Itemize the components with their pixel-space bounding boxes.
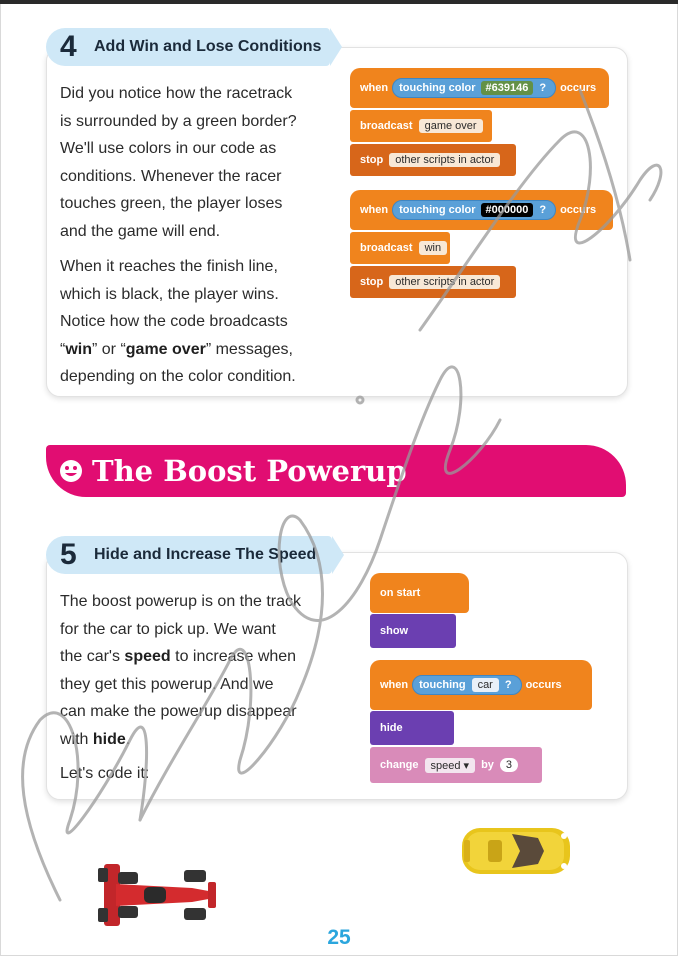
touching-reporter: touching car? bbox=[412, 675, 522, 695]
text-line: and the game will end. bbox=[60, 222, 221, 240]
text-line: is surrounded by a green border? bbox=[60, 112, 297, 130]
touching-color-reporter: touching color #639146? bbox=[392, 78, 557, 98]
banner-title: The Boost Powerup bbox=[92, 454, 407, 488]
change-speed-block: change speed ▾ by 3 bbox=[370, 747, 542, 783]
text-line: “win” or “game over” messages, bbox=[60, 340, 293, 358]
message-slot: win bbox=[418, 241, 448, 255]
stop-other-scripts-block: stop other scripts in actor bbox=[350, 144, 516, 176]
text-line: conditions. Whenever the racer bbox=[60, 167, 282, 185]
text-line: Did you notice how the racetrack bbox=[60, 85, 293, 102]
text-line: When it reaches the finish line, bbox=[60, 258, 278, 275]
when-touching-color-black-block: when touching color #000000? occurs bbox=[350, 190, 613, 230]
variable-dropdown: speed ▾ bbox=[424, 757, 476, 773]
broadcast-win-block: broadcast win bbox=[350, 232, 450, 264]
keyword-hide: hide bbox=[92, 730, 126, 748]
sprite-slot: car bbox=[471, 678, 499, 692]
stop-option-slot: other scripts in actor bbox=[389, 153, 501, 167]
boost-powerup-banner: The Boost Powerup bbox=[46, 445, 626, 497]
green-color-swatch: #639146 bbox=[480, 81, 534, 95]
amount-slot: 3 bbox=[499, 758, 519, 772]
section-5-tab: 5 Hide and Increase The Speed bbox=[46, 536, 344, 574]
page-number: 25 bbox=[327, 926, 351, 949]
keyword-speed: speed bbox=[124, 648, 171, 666]
broadcast-game-over-block: broadcast game over bbox=[350, 110, 492, 142]
section-title: Add Win and Lose Conditions bbox=[94, 38, 322, 55]
text-line: We'll use colors in our code as bbox=[60, 140, 277, 158]
page-top-edge bbox=[0, 0, 678, 4]
touching-color-reporter: touching color #000000? bbox=[392, 200, 557, 220]
when-touching-car-block: when touching car? occurs bbox=[370, 660, 592, 710]
hide-block: hide bbox=[370, 711, 454, 745]
show-block: show bbox=[370, 614, 456, 648]
section-number: 4 bbox=[60, 30, 77, 63]
text-line: The boost powerup is on the track bbox=[60, 593, 302, 610]
smiley-icon bbox=[60, 460, 82, 482]
section-5-text: The boost powerup is on the track for th… bbox=[60, 588, 301, 787]
text-line: they get this powerup. And we bbox=[60, 675, 274, 693]
text-line: the car's speed to increase when bbox=[60, 648, 297, 666]
text-line: with hide. bbox=[60, 730, 131, 748]
yellow-car-image bbox=[462, 828, 570, 874]
when-touching-color-green-block: when touching color #639146? occurs bbox=[350, 68, 609, 108]
text-line: which is black, the player wins. bbox=[60, 285, 279, 303]
red-race-car-image bbox=[98, 864, 216, 926]
text-line: for the car to pick up. We want bbox=[60, 620, 276, 638]
text-line: touches green, the player loses bbox=[60, 195, 283, 213]
message-slot: game over bbox=[418, 119, 483, 133]
stop-option-slot: other scripts in actor bbox=[389, 275, 501, 289]
text-line: can make the powerup disappear bbox=[60, 703, 297, 721]
on-start-block: on start bbox=[370, 573, 469, 613]
section-title: Hide and Increase The Speed bbox=[94, 546, 317, 563]
text-line: Notice how the code broadcasts bbox=[60, 313, 288, 331]
section-4-tab: 4 Add Win and Lose Conditions bbox=[46, 28, 342, 66]
section-4-text: Did you notice how the racetrack is surr… bbox=[60, 80, 297, 246]
section-number: 5 bbox=[60, 538, 77, 571]
text-line: Let's code it: bbox=[60, 764, 150, 782]
keyword-game-over: game over bbox=[125, 340, 206, 358]
text-line: depending on the color condition. bbox=[60, 368, 296, 386]
stop-other-scripts-block: stop other scripts in actor bbox=[350, 266, 516, 298]
keyword-win: win bbox=[65, 340, 92, 358]
section-4-text-2: When it reaches the finish line, which i… bbox=[60, 253, 296, 391]
black-color-swatch: #000000 bbox=[480, 203, 534, 217]
